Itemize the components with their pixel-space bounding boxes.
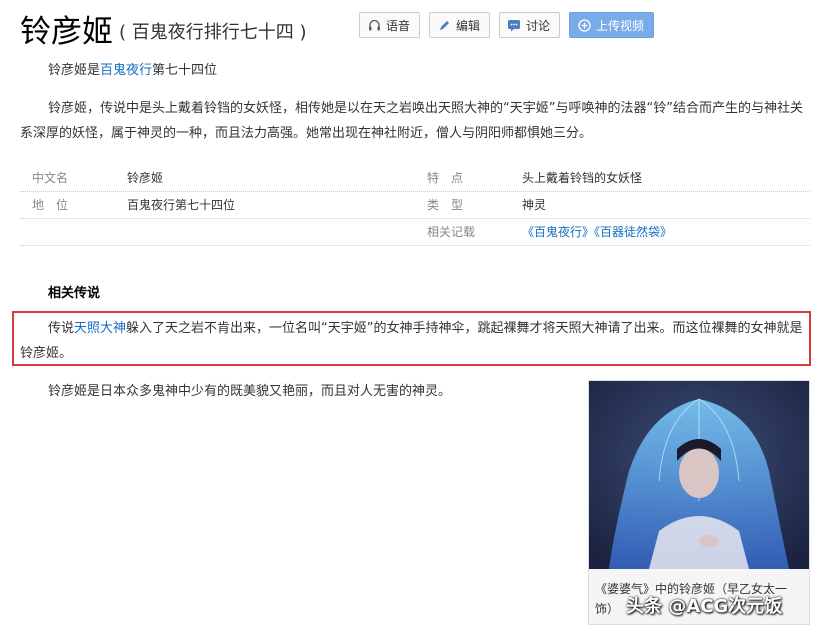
- discuss-button[interactable]: 讨论: [499, 12, 561, 38]
- infobox-value: 头上戴着铃铛的女妖怪: [522, 171, 643, 185]
- watermark: 头条 @ACG次元饭: [626, 596, 783, 617]
- legend-prefix: 传说: [48, 321, 75, 336]
- figure-suzuhikohime[interactable]: 《婆婆气》中的铃彦姬（早乙女太一饰）: [588, 380, 810, 625]
- upload-video-button-label: 上传视频: [596, 18, 645, 33]
- audio-button-label: 语音: [386, 18, 411, 33]
- infobox-row: 相关记载 《百鬼夜行》《百器徒然袋》: [20, 219, 810, 246]
- page-title: 铃彦姬: [20, 13, 113, 50]
- infobox-value: 神灵: [522, 198, 547, 212]
- chat-icon: [507, 18, 521, 32]
- section-heading-legend: 相关传说: [48, 286, 101, 301]
- intro-paragraph: 铃彦姬是百鬼夜行第七十四位: [48, 58, 808, 83]
- infobox-value: 百鬼夜行第七十四位: [127, 198, 236, 212]
- infobox-key: 类 型: [427, 198, 464, 212]
- audio-button[interactable]: 语音: [359, 12, 421, 38]
- closing-paragraph: 铃彦姬是日本众多鬼神中少有的既美貌又艳丽，而且对人无害的神灵。: [48, 384, 452, 399]
- legend-rest: 躲入了天之岩不肯出来，一位名叫“天宇姬”的女神手持神伞，跳起裸舞才将天照大神请了…: [20, 321, 803, 361]
- headphones-icon: [367, 18, 381, 32]
- infobox-key: 相关记载: [427, 225, 476, 239]
- pencil-icon: [437, 18, 451, 32]
- infobox: 中文名 铃彦姬 特 点 头上戴着铃铛的女妖怪 地 位 百鬼夜行第七十四位 类 型…: [20, 165, 810, 246]
- legend-paragraph: 传说天照大神躲入了天之岩不肯出来，一位名叫“天宇姬”的女神手持神伞，跳起裸舞才将…: [20, 316, 810, 366]
- infobox-row: 地 位 百鬼夜行第七十四位 类 型 神灵: [20, 192, 810, 219]
- infobox-key: 中文名: [32, 171, 69, 185]
- edit-button-label: 编辑: [456, 18, 481, 33]
- description-paragraph: 铃彦姬，传说中是头上戴着铃铛的女妖怪，相传她是以在天之岩唤出天照大神的“天宇姬”…: [20, 101, 803, 141]
- intro-suffix: 第七十四位: [152, 63, 218, 78]
- page-subtitle: ( 百鬼夜行排行七十四 ): [119, 22, 307, 43]
- infobox-key: 地 位: [32, 198, 69, 212]
- link-amaterasu[interactable]: 天照大神: [74, 321, 126, 336]
- upload-video-button[interactable]: 上传视频: [569, 12, 655, 38]
- related-records-links[interactable]: 《百鬼夜行》《百器徒然袋》: [522, 219, 672, 245]
- action-toolbar: 语音 编辑 讨论 上传视频: [359, 12, 663, 38]
- infobox-value: 铃彦姬: [127, 171, 164, 185]
- discuss-button-label: 讨论: [526, 18, 551, 33]
- page-title-row: 铃彦姬 ( 百鬼夜行排行七十四 ): [20, 8, 307, 50]
- plus-circle-icon: [577, 18, 591, 32]
- infobox-key: 特 点: [427, 171, 464, 185]
- edit-button[interactable]: 编辑: [429, 12, 491, 38]
- infobox-row: 中文名 铃彦姬 特 点 头上戴着铃铛的女妖怪: [20, 165, 810, 192]
- portrait-image: [589, 381, 809, 569]
- link-baigui-yexing[interactable]: 百鬼夜行: [100, 63, 152, 78]
- intro-prefix: 铃彦姬是: [48, 63, 101, 78]
